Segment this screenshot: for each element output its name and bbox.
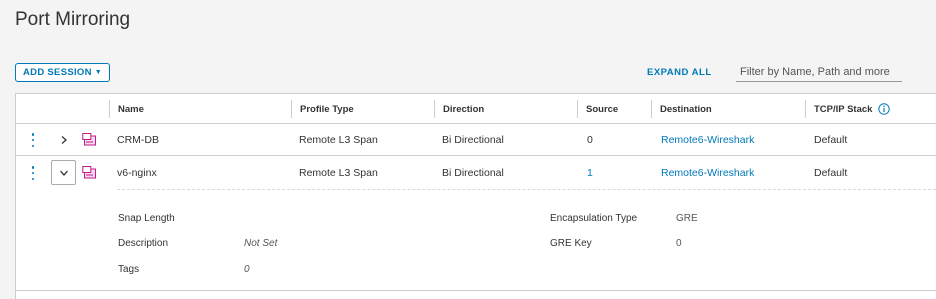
tcp-ip-stack: Default	[814, 167, 848, 179]
tags-value[interactable]: 0	[244, 264, 250, 275]
table-row[interactable]: CRM-DB Remote L3 Span Bi Directional 0 R…	[16, 124, 936, 156]
session-name: CRM-DB	[117, 134, 159, 146]
gre-key-value: 0	[676, 238, 682, 249]
table-row[interactable]: v6-nginx Remote L3 Span Bi Directional 1…	[16, 157, 936, 189]
destination-link[interactable]: Remote6-Wireshark	[661, 124, 754, 156]
source-count: 0	[587, 134, 593, 146]
direction: Bi Directional	[442, 167, 504, 179]
expand-all-button[interactable]: EXPAND ALL	[647, 67, 712, 78]
profile-type: Remote L3 Span	[299, 134, 378, 146]
page-title: Port Mirroring	[15, 9, 131, 30]
more-vertical-icon[interactable]	[29, 165, 37, 181]
snap-length-label: Snap Length	[118, 213, 175, 224]
filter-input[interactable]	[736, 63, 902, 82]
column-header-tcp-ip-stack[interactable]: TCP/IP Stack	[805, 94, 891, 124]
description-label: Description	[118, 238, 169, 249]
column-header-name[interactable]: Name	[109, 94, 144, 124]
add-session-label: ADD SESSION	[23, 67, 92, 78]
row-details-panel: Snap Length Description Not Set Tags 0 E…	[16, 189, 936, 291]
add-session-button[interactable]: ADD SESSION ▼	[15, 63, 110, 82]
collapse-row-button[interactable]	[51, 160, 76, 185]
more-vertical-icon[interactable]	[29, 132, 37, 148]
vm-group-icon	[82, 133, 96, 146]
chevron-right-icon	[61, 135, 67, 144]
description-value: Not Set	[244, 238, 278, 249]
gre-key-label: GRE Key	[550, 238, 592, 249]
vm-group-icon	[82, 166, 96, 179]
expand-row-button[interactable]	[51, 127, 76, 152]
tcp-ip-stack-label: TCP/IP Stack	[814, 103, 873, 115]
profile-type: Remote L3 Span	[299, 167, 378, 179]
sessions-grid: Name Profile Type Direction Source Desti…	[15, 93, 936, 299]
session-name: v6-nginx	[117, 167, 157, 179]
encapsulation-type-label: Encapsulation Type	[550, 213, 638, 224]
info-icon[interactable]	[878, 103, 891, 115]
encapsulation-type-value: GRE	[676, 213, 698, 224]
chevron-down-icon: ▼	[94, 69, 102, 76]
column-header-direction[interactable]: Direction	[434, 94, 484, 124]
source-count-link[interactable]: 1	[587, 157, 593, 189]
chevron-down-icon	[59, 170, 68, 176]
column-header-destination[interactable]: Destination	[651, 94, 712, 124]
direction: Bi Directional	[442, 134, 504, 146]
column-header-source[interactable]: Source	[577, 94, 618, 124]
column-header-profile-type[interactable]: Profile Type	[291, 94, 354, 124]
tcp-ip-stack: Default	[814, 134, 848, 146]
tags-label: Tags	[118, 264, 140, 275]
port-mirroring-page: Port Mirroring ADD SESSION ▼ EXPAND ALL …	[0, 0, 936, 299]
detail-divider	[117, 189, 936, 190]
destination-link[interactable]: Remote6-Wireshark	[661, 157, 754, 189]
grid-header: Name Profile Type Direction Source Desti…	[16, 94, 936, 124]
